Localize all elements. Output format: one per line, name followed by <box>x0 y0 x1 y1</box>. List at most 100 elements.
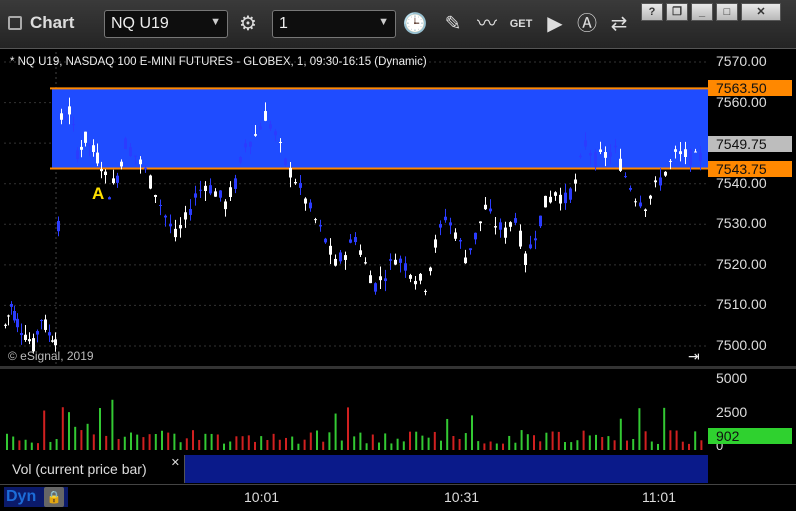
candle-body <box>414 280 417 285</box>
link-icon[interactable]: ⇄ <box>604 10 634 38</box>
alert-icon[interactable]: Ⓐ <box>572 10 602 38</box>
volume-bar <box>185 438 188 450</box>
volume-bar <box>117 439 120 450</box>
pencil-icon[interactable]: ✎ <box>438 10 468 38</box>
annotation-label[interactable]: A <box>92 184 104 204</box>
candle-body <box>319 225 322 227</box>
candle-body <box>244 143 247 148</box>
candle-body <box>504 227 507 238</box>
candle-body <box>384 278 387 282</box>
volume-bar <box>99 408 101 450</box>
candle-body <box>164 215 167 218</box>
volume-bar <box>235 436 238 450</box>
volume-bar <box>576 440 579 450</box>
candle-body <box>569 188 572 200</box>
volume-bar <box>74 426 77 450</box>
candle-body <box>589 153 592 156</box>
candle-body <box>72 124 75 126</box>
candle-body <box>254 134 257 136</box>
minimize-button[interactable]: _ <box>691 3 713 21</box>
candle-body <box>639 202 642 207</box>
study-icon[interactable]: 〰 <box>472 10 502 38</box>
price-marker: 7543.75 <box>708 160 792 177</box>
candle-body <box>644 209 647 211</box>
candle-body <box>112 178 115 184</box>
candle-body <box>474 232 477 240</box>
candle-body <box>284 158 287 165</box>
candle-body <box>40 320 43 322</box>
volume-bar <box>272 433 275 450</box>
price-chart[interactable]: * NQ U19, NASDAQ 100 E-MINI FUTURES - GL… <box>4 52 708 366</box>
candle-body <box>100 169 103 172</box>
volume-bar <box>514 442 517 450</box>
volume-bar <box>619 418 622 450</box>
candle-body <box>214 191 217 197</box>
interval-select[interactable]: 1 ▼ <box>272 10 396 38</box>
candle-body <box>374 283 377 292</box>
volume-bar <box>582 430 585 450</box>
candle-body <box>80 146 83 150</box>
volume-study-label[interactable]: Vol (current price bar) ✕ <box>4 455 185 483</box>
candle-body <box>309 202 312 209</box>
candle-body <box>229 187 232 198</box>
volume-bar <box>588 435 591 450</box>
play-icon[interactable]: ▶ <box>540 10 570 38</box>
volume-study-name: Vol (current price bar) <box>12 461 147 477</box>
candle-body <box>554 192 557 196</box>
candle-body <box>259 126 262 130</box>
vol-axis-label: 5000 <box>716 370 748 386</box>
price-chart-canvas <box>4 52 708 366</box>
volume-bar <box>613 440 616 450</box>
settings-gear-icon[interactable]: ⚙ <box>233 10 263 38</box>
candle-body <box>464 257 467 264</box>
close-study-icon[interactable]: ✕ <box>171 456 180 469</box>
symbol-select[interactable]: NQ U19 ▼ <box>104 10 228 38</box>
volume-bar <box>663 407 666 450</box>
volume-bar <box>303 439 306 450</box>
candle-body <box>36 331 39 335</box>
volume-bar <box>390 443 393 450</box>
candle-body <box>108 197 111 200</box>
volume-bar <box>638 408 641 450</box>
volume-chart[interactable] <box>4 370 708 452</box>
price-axis-label: 7520.00 <box>716 255 767 272</box>
candle-body <box>194 193 197 198</box>
candle-body <box>679 151 682 155</box>
volume-bar <box>43 410 46 450</box>
volume-bar <box>266 440 269 450</box>
candle-body <box>389 259 392 261</box>
candle-body <box>449 222 452 226</box>
lock-icon[interactable]: 🔒 <box>44 487 64 507</box>
close-button[interactable]: ✕ <box>741 3 781 21</box>
scroll-to-end-icon[interactable]: ⇥ <box>688 348 700 365</box>
candle-body <box>649 195 652 199</box>
volume-bar <box>681 441 684 450</box>
candle-body <box>594 152 597 168</box>
candle-body <box>129 147 132 156</box>
volume-bar <box>24 439 27 450</box>
get-button[interactable]: GET <box>506 10 536 38</box>
volume-bar <box>626 440 628 450</box>
volume-bar <box>570 442 573 450</box>
volume-bar <box>154 434 157 450</box>
chart-window-icon <box>8 16 22 30</box>
maximize-button[interactable]: □ <box>716 3 738 21</box>
volume-bar <box>136 434 139 450</box>
restore-button[interactable]: ❐ <box>666 3 688 21</box>
volume-bar <box>30 442 33 450</box>
clock-icon[interactable]: 🕒 <box>400 10 430 38</box>
candle-body <box>544 195 547 208</box>
volume-bar <box>161 430 163 450</box>
help-button[interactable]: ? <box>641 3 663 21</box>
volume-bar <box>55 439 58 450</box>
volume-chart-canvas <box>6 399 703 450</box>
candle-body <box>519 230 522 247</box>
candle-body <box>149 175 152 189</box>
volume-bar <box>247 435 250 450</box>
volume-bar <box>483 443 486 450</box>
volume-bar <box>6 433 8 450</box>
candle-body <box>116 175 119 183</box>
candle-body <box>144 168 147 170</box>
candle-body <box>13 310 16 321</box>
pane-divider[interactable] <box>0 366 796 369</box>
